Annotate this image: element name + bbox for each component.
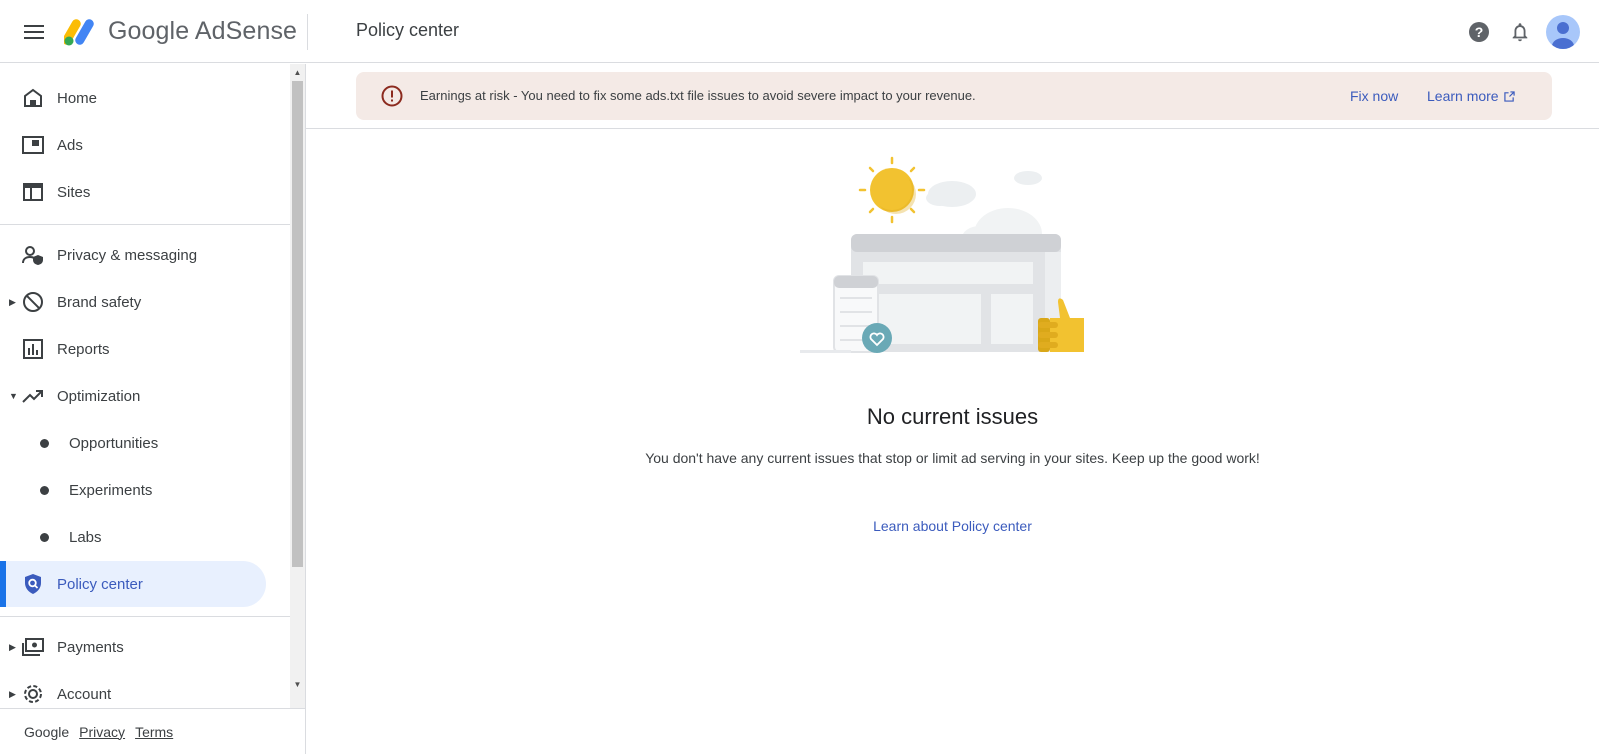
scrollbar-thumb[interactable] [292,81,303,567]
sidebar-item-reports[interactable]: Reports [0,326,266,372]
caret-down-icon: ▼ [9,391,18,401]
sidebar-item-privacy-messaging[interactable]: Privacy & messaging [0,232,266,278]
no-issues-illustration [800,156,1110,366]
scroll-up-arrow-icon[interactable]: ▲ [293,68,302,77]
sidebar-item-label: Opportunities [69,434,159,452]
sidebar-item-label: Home [57,89,98,107]
sidebar-footer: Google Privacy Terms [0,708,305,754]
footer-brand: Google [24,723,70,740]
sidebar-item-brand-safety[interactable]: ▶ Brand safety [0,279,266,325]
nav-list: Home Ads Sites Privacy & messaging ▶ Bra… [0,64,290,708]
sidebar-item-policy-center[interactable]: Policy center [0,561,266,607]
empty-state-description: You don't have any current issues that s… [645,450,1260,466]
nav-divider [0,616,290,617]
sidebar-item-label: Ads [57,136,83,154]
bullet-dot [40,438,49,448]
sidebar-item-account[interactable]: ▶ Account [0,671,266,708]
caret-right-icon: ▶ [9,641,16,652]
account-avatar[interactable] [1546,15,1580,49]
privacy-link[interactable]: Privacy [79,724,125,740]
sidebar-item-opportunities[interactable]: Opportunities [0,420,266,466]
page-title: Policy center [356,20,460,40]
sidebar-item-label: Reports [57,340,110,358]
gear-icon [21,682,45,706]
sidebar-item-label: Experiments [69,481,153,499]
sidebar-item-label: Sites [57,183,91,201]
sidebar-item-label: Account [57,685,112,703]
sidebar-item-payments[interactable]: ▶ Payments [0,624,266,670]
content-divider [306,128,1599,129]
sidebar-item-label: Optimization [57,387,141,405]
empty-state-title: No current issues [866,404,1039,429]
menu-icon[interactable] [18,16,50,48]
earnings-risk-banner: Earnings at risk - You need to fix some … [356,72,1552,120]
bullet-dot [40,485,49,495]
notifications-bell-icon[interactable] [1505,17,1535,47]
payments-icon [21,635,45,659]
sidebar-item-ads[interactable]: Ads [0,122,266,168]
learn-more-label: Learn more [1427,88,1499,104]
nav-divider [0,224,290,225]
caret-right-icon: ▶ [9,688,16,699]
trending-up-icon [21,384,45,408]
terms-link[interactable]: Terms [135,724,173,740]
policy-shield-icon [21,572,45,596]
sidebar-item-home[interactable]: Home [0,75,266,121]
svg-text:?: ? [1475,24,1484,40]
top-app-bar: Google AdSense Policy center ? [0,0,1599,63]
side-navigation: Home Ads Sites Privacy & messaging ▶ Bra… [0,64,306,754]
adsense-logo-icon [64,19,94,46]
adsense-logo[interactable]: Google AdSense [64,14,297,48]
sidebar-scrollbar[interactable]: ▲ ▼ [290,64,305,708]
logo-text: Google AdSense [108,16,298,45]
help-icon[interactable]: ? [1464,17,1494,47]
privacy-messaging-icon [21,243,45,267]
sidebar-item-label: Brand safety [57,293,142,311]
caret-right-icon: ▶ [9,296,16,307]
sidebar-item-sites[interactable]: Sites [0,169,266,215]
ads-icon [21,133,45,157]
sidebar-item-experiments[interactable]: Experiments [0,467,266,513]
sidebar-item-label: Labs [69,528,102,546]
reports-icon [21,337,45,361]
empty-state-link-row: Learn about Policy center [306,518,1599,534]
banner-message: Earnings at risk - You need to fix some … [420,88,976,103]
home-icon [21,86,45,110]
learn-more-button[interactable]: Learn more [1427,88,1515,104]
block-icon [21,290,45,314]
scroll-down-arrow-icon[interactable]: ▼ [293,680,302,689]
sidebar-item-label: Policy center [57,575,143,593]
error-outline-icon [380,84,404,108]
learn-about-policy-center-link[interactable]: Learn about Policy center [873,518,1032,534]
sidebar-item-optimization[interactable]: ▼ Optimization [0,373,266,419]
fix-now-button[interactable]: Fix now [1350,88,1398,104]
sidebar-item-label: Payments [57,638,124,656]
sites-icon [21,180,45,204]
open-in-new-icon [1503,90,1515,102]
sidebar-item-label: Privacy & messaging [57,246,198,264]
illustration-graphic [800,156,1084,353]
header-divider [307,14,308,50]
bullet-dot [40,532,49,542]
sidebar-item-labs[interactable]: Labs [0,514,266,560]
